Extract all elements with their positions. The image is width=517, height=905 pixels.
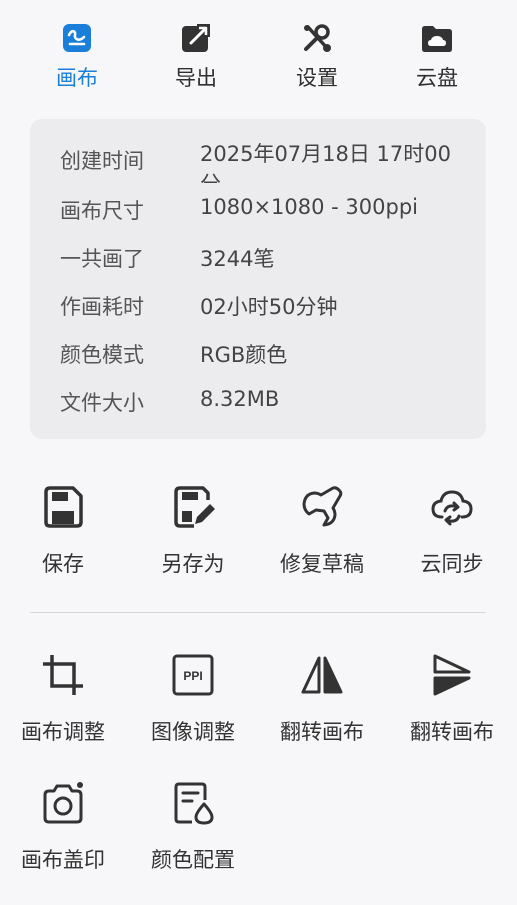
crop-icon (43, 655, 83, 695)
color-profile-button[interactable]: 颜色配置 (130, 780, 256, 874)
section-divider (30, 612, 486, 613)
camera-icon (43, 782, 83, 824)
action-label: 翻转画布 (410, 720, 494, 744)
repair-draft-button[interactable]: 修复草稿 (259, 484, 385, 578)
tab-label: 导出 (175, 66, 217, 90)
info-label: 创建时间 (60, 149, 144, 173)
info-row-created: 创建时间 2025年07月18日 17时00分 (30, 139, 486, 183)
info-label: 文件大小 (60, 391, 144, 415)
action-label: 云同步 (420, 552, 484, 576)
info-value: 8.32MB (200, 387, 280, 411)
save-icon (44, 486, 83, 528)
save-button[interactable]: 保存 (0, 484, 126, 578)
flip-horizontal-icon (301, 656, 343, 694)
tab-label: 设置 (296, 66, 338, 90)
info-row-size: 画布尺寸 1080×1080 - 300ppi (30, 195, 486, 235)
action-label: 画布盖印 (21, 848, 105, 872)
canvas-menu-panel: 画布 导出 设置 云盘 创建时间 2025年07月18日 17时00 画布尺寸 … (0, 0, 517, 905)
info-value: 3244笔 (200, 247, 275, 271)
canvas-icon (63, 24, 91, 52)
flip-vertical-icon (433, 654, 471, 696)
info-value: 02小时50分钟 (200, 295, 338, 319)
flip-canvas-vertical-button[interactable]: 翻转画布 (389, 652, 515, 746)
ppi-icon: PPI (172, 654, 214, 696)
info-row-color-mode: 颜色模式 RGB颜色 (30, 339, 486, 379)
info-label: 一共画了 (60, 247, 144, 271)
info-value: RGB颜色 (200, 343, 288, 367)
action-label: 图像调整 (151, 720, 235, 744)
color-profile-icon (174, 782, 214, 825)
info-value: 1080×1080 - 300ppi (200, 195, 418, 219)
canvas-stamp-button[interactable]: 画布盖印 (0, 780, 126, 874)
info-row-file-size: 文件大小 8.32MB (30, 387, 486, 427)
tools-icon (304, 24, 331, 52)
info-row-time: 作画耗时 02小时50分钟 (30, 291, 486, 331)
info-value: 2025年07月18日 17时00分 (200, 142, 452, 183)
action-label: 画布调整 (21, 720, 105, 744)
info-row-strokes: 一共画了 3244笔 (30, 243, 486, 283)
tab-canvas[interactable]: 画布 (27, 20, 127, 100)
cloud-sync-button[interactable]: 云同步 (389, 484, 515, 578)
action-label: 翻转画布 (280, 720, 364, 744)
action-label: 另存为 (161, 552, 225, 576)
image-adjust-button[interactable]: PPI 图像调整 (130, 652, 256, 746)
save-as-button[interactable]: 另存为 (130, 484, 256, 578)
action-label: 颜色配置 (151, 848, 235, 872)
canvas-adjust-button[interactable]: 画布调整 (0, 652, 126, 746)
info-label: 作画耗时 (60, 295, 144, 319)
tab-label: 云盘 (416, 66, 458, 90)
tab-cloud-drive[interactable]: 云盘 (387, 20, 487, 100)
save-as-icon (174, 486, 215, 528)
action-label: 保存 (42, 552, 84, 576)
tab-settings[interactable]: 设置 (267, 20, 367, 100)
top-tabs: 画布 导出 设置 云盘 (0, 0, 517, 110)
info-label: 画布尺寸 (60, 199, 144, 223)
info-label: 颜色模式 (60, 343, 144, 367)
flip-canvas-horizontal-button[interactable]: 翻转画布 (259, 652, 385, 746)
action-label: 修复草稿 (280, 552, 364, 576)
wrench-icon (302, 486, 343, 527)
cloud-sync-icon (431, 490, 473, 526)
canvas-info-card: 创建时间 2025年07月18日 17时00分 画布尺寸 1080×1080 -… (30, 119, 486, 439)
tab-label: 画布 (56, 66, 98, 90)
export-icon (182, 24, 210, 52)
tab-export[interactable]: 导出 (146, 20, 246, 100)
svg-text:PPI: PPI (183, 669, 202, 683)
cloud-drive-icon (422, 26, 452, 52)
